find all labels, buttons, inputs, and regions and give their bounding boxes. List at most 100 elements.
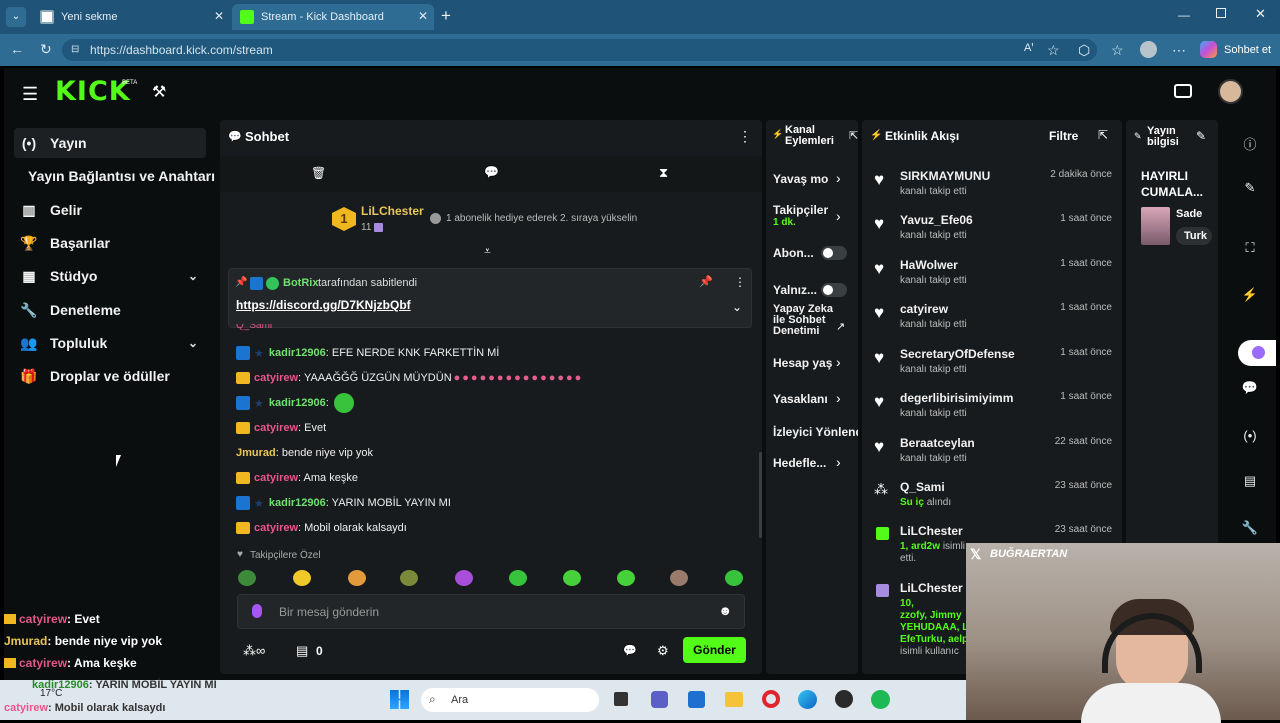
gift-leader-name[interactable]: LiLChester [361,204,424,218]
sidebar-item-basarilar[interactable]: 🏆 Başarılar [14,228,110,258]
chat-username[interactable]: Jmurad [236,447,276,459]
sidebar-item-stream-key[interactable]: Yayın Bağlantısı ve Anahtarı [20,161,215,191]
bolt-icon[interactable]: ⚡ [1240,287,1260,307]
action-emotes-only[interactable]: Yalnız... [773,283,817,297]
event-username[interactable]: Q_Sami [900,480,945,494]
category-name[interactable]: Sade [1176,208,1206,220]
chat-username[interactable]: kadir12906 [269,397,326,409]
teams-icon[interactable] [651,691,668,708]
profile-avatar[interactable] [1140,41,1157,58]
pinned-menu-icon[interactable]: ⋮ [734,275,746,289]
hamburger-menu-icon[interactable]: ☰ [22,84,38,105]
chevron-right-icon[interactable]: › [836,354,841,370]
sidebar-item-topluluk[interactable]: 👥 Topluluk ⌄ [14,328,206,358]
chat-icon[interactable]: 💬 [1240,380,1260,400]
kick-logo[interactable]: KICK [55,78,131,106]
language-tag[interactable]: Turk [1176,227,1212,245]
info-icon[interactable]: ⓘ [1240,134,1260,154]
chevron-right-icon[interactable]: › [836,208,841,224]
back-icon[interactable]: ← [10,41,24,57]
action-goals[interactable]: Hedefle... [773,456,826,470]
chat-scrollbar[interactable] [759,452,762,538]
channel-points-icon[interactable]: ⁂∞ [243,643,265,659]
emote-icon[interactable] [348,570,366,586]
chevron-right-icon[interactable]: › [836,170,841,186]
sidebar-item-droplar[interactable]: 🎁 Droplar ve ödüller [14,361,170,391]
file-explorer-icon[interactable] [725,692,743,707]
action-banned-words[interactable]: Yasaklanı [773,392,828,406]
opera-icon[interactable] [762,690,780,708]
emote-icon[interactable] [238,570,256,586]
chat-mode-icon[interactable]: 💬 [484,165,499,179]
edge-icon[interactable] [798,690,817,709]
site-info-icon[interactable]: ⊟ [71,39,79,61]
event-username[interactable]: HaWolwer [900,258,958,272]
external-link-icon[interactable]: ↗ [836,320,845,333]
sidebar-item-yayin[interactable]: (•) Yayın [14,128,206,158]
broadcast-icon[interactable]: (•) [1240,428,1260,448]
copilot-icon[interactable] [1200,41,1217,58]
chat-username[interactable]: catyirew [254,422,298,434]
sidebar-item-studyo[interactable]: ▦ Stüdyo ⌄ [14,261,206,291]
collapse-arrow-icon[interactable]: ⩡ [484,244,491,259]
chat-input[interactable]: Bir mesaj gönderin ☻ [237,594,745,629]
close-tab-icon[interactable]: ✕ [418,9,428,23]
emote-icon[interactable] [455,570,473,586]
edit-icon[interactable]: ✎ [1196,129,1206,143]
emote-icon[interactable] [509,570,527,586]
spotify-icon[interactable] [871,690,890,709]
url-field[interactable]: ⊟ https://dashboard.kick.com/stream [62,39,1097,61]
action-account-age[interactable]: Hesap yaş [773,356,832,370]
obs-icon[interactable] [835,690,853,708]
store-icon[interactable]: ▤ [296,643,308,659]
emotes-only-toggle[interactable] [821,283,847,297]
chat-username[interactable]: catyirew [254,522,298,534]
user-avatar[interactable] [1218,79,1243,104]
chat-username[interactable]: kadir12906 [269,497,326,509]
action-slow-mode[interactable]: Yavaş mo [773,172,828,186]
emote-icon[interactable] [563,570,581,586]
action-followers-only[interactable]: Takipçiler 1 dk. [773,203,828,228]
trash-icon[interactable]: 🗑 [311,166,326,180]
action-viewer-redirect[interactable]: İzleyici Yönlend [773,425,858,439]
filter-button[interactable]: Filtre [1049,129,1078,143]
hammer-icon[interactable]: ⚒ [152,82,166,102]
emoji-icon[interactable]: ☻ [718,603,732,618]
event-username[interactable]: SIRKMAYMUNU [900,169,990,183]
sidebar-item-gelir[interactable]: ▥ Gelir [14,195,82,225]
edit-icon[interactable]: ✎ [1240,180,1260,200]
new-tab-button[interactable]: + [441,6,451,26]
hourglass-icon[interactable]: ⧗ [659,165,668,181]
more-menu-icon[interactable]: ⋯ [1172,42,1186,59]
wrench-icon[interactable]: 🔧 [1240,520,1260,540]
store-app-icon[interactable] [688,691,705,708]
chat-menu-icon[interactable]: ⋮ [738,128,752,145]
stream-preview-icon[interactable] [1174,84,1192,98]
chat-settings-icon[interactable]: ⚙ [657,643,669,659]
pinned-by-user[interactable]: BotRix [283,277,318,289]
event-username[interactable]: LiLChester [900,524,963,538]
chat-username[interactable]: catyirew [254,372,298,384]
taskview-icon[interactable] [614,692,628,706]
emote-icon[interactable] [725,570,743,586]
maximize-icon[interactable] [1216,8,1226,18]
tab-kick-dashboard[interactable]: Stream - Kick Dashboard ✕ [232,4,434,30]
popout-icon[interactable]: ⇱ [849,129,858,142]
emote-icon[interactable] [400,570,418,586]
send-button[interactable]: Gönder [683,637,746,663]
chevron-right-icon[interactable]: › [836,390,841,406]
copilot-label[interactable]: Sohbet et [1224,44,1271,56]
emote-icon[interactable] [293,570,311,586]
emote-icon[interactable] [670,570,688,586]
popout-icon[interactable]: ⇱ [1098,128,1108,142]
microphone-icon[interactable] [252,604,262,618]
event-username[interactable]: LiLChester [900,581,963,595]
event-username[interactable]: degerlibirisimiyimm [900,391,1013,405]
subscribers-only-toggle[interactable] [821,246,847,260]
chat-username[interactable]: catyirew [254,472,298,484]
event-username[interactable]: catyirew [900,302,948,316]
event-username[interactable]: SecretaryOfDefense [900,347,1015,361]
read-aloud-icon[interactable]: Aꞌ [1024,42,1033,54]
close-tab-icon[interactable]: ✕ [214,9,224,23]
taskbar-search[interactable]: ⌕ Ara [421,688,599,712]
